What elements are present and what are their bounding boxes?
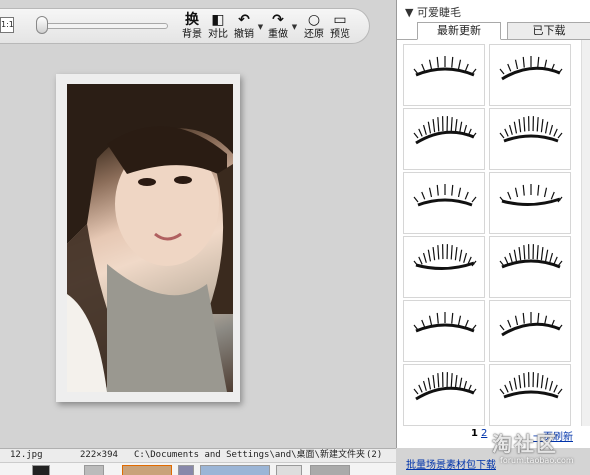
pager: 1 2 一页 刷新 bbox=[397, 428, 590, 443]
eyelash-icon bbox=[413, 184, 477, 207]
zoom-slider-thumb[interactable] bbox=[36, 16, 48, 34]
status-dimensions: 222×394 bbox=[80, 450, 118, 460]
eyelash-icon bbox=[413, 312, 477, 333]
eyelash-item[interactable] bbox=[489, 44, 571, 106]
redo-button[interactable]: ↷ 重做 bbox=[266, 12, 290, 42]
eyelash-item[interactable] bbox=[403, 364, 485, 426]
eyelash-grid bbox=[397, 40, 581, 428]
thumbnail[interactable] bbox=[200, 465, 270, 475]
eyelash-icon bbox=[413, 244, 477, 270]
photo-content bbox=[67, 84, 233, 392]
panel-scrollbar[interactable] bbox=[581, 40, 590, 426]
undo-icon: ↶ bbox=[238, 12, 250, 28]
eyelash-item[interactable] bbox=[489, 236, 571, 298]
thumbnail[interactable] bbox=[310, 465, 350, 475]
eyelash-icon bbox=[499, 56, 563, 81]
background-icon: 换 bbox=[185, 12, 199, 28]
tab-downloaded[interactable]: 已下载 bbox=[507, 22, 590, 40]
eyelash-icon bbox=[499, 116, 563, 143]
preview-icon: ▭ bbox=[333, 12, 347, 28]
eyelash-icon bbox=[413, 116, 477, 145]
contrast-icon: ◧ bbox=[211, 12, 225, 28]
panel-title[interactable]: ▼ 可爱睫毛 bbox=[405, 4, 461, 20]
redo-icon: ↷ bbox=[272, 12, 284, 28]
status-filename: 12.jpg bbox=[10, 450, 43, 460]
zoom-slider-track[interactable] bbox=[36, 23, 168, 29]
undo-button[interactable]: ↶ 撤销 bbox=[232, 12, 256, 42]
eyelash-item[interactable] bbox=[403, 236, 485, 298]
status-path: C:\Documents and Settings\and\桌面\新建文件夹 bbox=[134, 450, 365, 460]
eyelash-item[interactable] bbox=[403, 300, 485, 362]
page-2-link[interactable]: 2 bbox=[481, 428, 487, 439]
eyelash-icon bbox=[413, 56, 477, 77]
eyelash-icon bbox=[499, 184, 563, 206]
contrast-button[interactable]: ◧ 对比 bbox=[206, 12, 230, 42]
undo-label: 撤销 bbox=[234, 29, 254, 40]
actual-size-button[interactable]: 1:1 bbox=[0, 17, 14, 33]
background-label: 背景 bbox=[182, 29, 202, 40]
page-1: 1 bbox=[471, 428, 478, 439]
status-bar: 12.jpg 222×394 C:\Documents and Settings… bbox=[0, 448, 396, 462]
redo-dropdown-chevron-icon[interactable]: ▼ bbox=[290, 15, 299, 39]
eyelash-icon bbox=[499, 244, 563, 269]
watermark-url: forum.taobao.com bbox=[500, 456, 574, 465]
restore-button[interactable]: ○ 还原 bbox=[302, 12, 326, 42]
batch-download-link[interactable]: 批量场景素材包下载 bbox=[406, 456, 496, 471]
eyelash-icon bbox=[499, 372, 563, 399]
editor-canvas: 1:1 换 背景 ◧ 对比 ↶ 撤销 ▼ ↷ 重做 ▼ ○ 还原 ▭ 预览 bbox=[0, 0, 396, 448]
thumbnail[interactable] bbox=[32, 465, 50, 475]
next-page-link[interactable]: 一页 bbox=[533, 428, 553, 443]
redo-label: 重做 bbox=[268, 29, 288, 40]
undo-dropdown-chevron-icon[interactable]: ▼ bbox=[256, 15, 265, 39]
restore-label: 还原 bbox=[304, 29, 324, 40]
thumbnail[interactable] bbox=[276, 465, 302, 475]
tab-latest[interactable]: 最新更新 bbox=[417, 22, 501, 40]
contrast-label: 对比 bbox=[208, 29, 228, 40]
background-button[interactable]: 换 背景 bbox=[180, 12, 204, 42]
thumbnail[interactable] bbox=[84, 465, 104, 475]
eyelash-icon bbox=[413, 372, 477, 401]
eyelash-item[interactable] bbox=[403, 172, 485, 234]
toolbar: 1:1 换 背景 ◧ 对比 ↶ 撤销 ▼ ↷ 重做 ▼ ○ 还原 ▭ 预览 bbox=[0, 8, 370, 44]
status-count: (2) bbox=[366, 450, 383, 460]
eyelash-item[interactable] bbox=[403, 44, 485, 106]
material-panel: ▼ 可爱睫毛 最新更新 已下载 1 2 一页 刷新 bbox=[396, 0, 590, 448]
refresh-link[interactable]: 刷新 bbox=[553, 428, 573, 443]
thumbnail-strip bbox=[0, 462, 396, 475]
eyelash-item[interactable] bbox=[489, 300, 571, 362]
thumbnail[interactable] bbox=[178, 465, 194, 475]
eyelash-item[interactable] bbox=[403, 108, 485, 170]
preview-label: 预览 bbox=[330, 29, 350, 40]
restore-icon: ○ bbox=[307, 12, 321, 28]
eyelash-item[interactable] bbox=[489, 172, 571, 234]
eyelash-icon bbox=[499, 312, 563, 337]
preview-button[interactable]: ▭ 预览 bbox=[328, 12, 352, 42]
edited-photo[interactable] bbox=[67, 84, 233, 392]
eyelash-item[interactable] bbox=[489, 108, 571, 170]
thumbnail[interactable] bbox=[122, 465, 172, 475]
eyelash-item[interactable] bbox=[489, 364, 571, 426]
